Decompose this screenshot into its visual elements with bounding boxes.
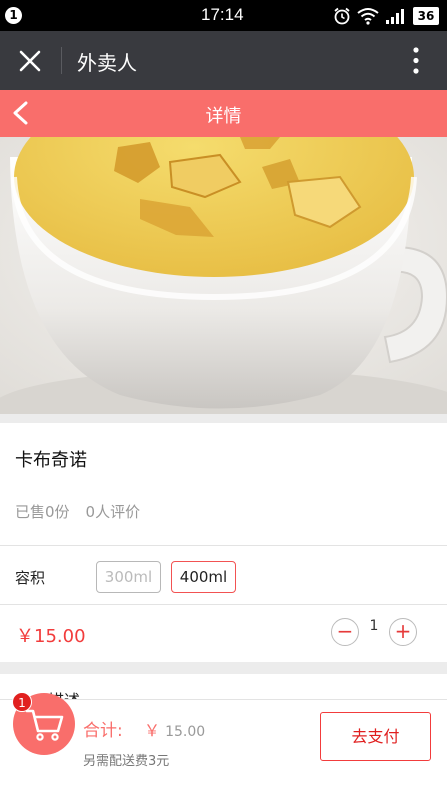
divider <box>0 545 447 546</box>
more-icon[interactable] <box>413 47 419 74</box>
currency-symbol: ￥ <box>144 721 161 740</box>
divider <box>0 604 447 605</box>
alarm-icon <box>334 7 350 25</box>
status-icons: 36 <box>333 6 439 26</box>
pay-button[interactable]: 去支付 <box>320 712 431 761</box>
quantity-stepper: − 1 + <box>331 618 419 648</box>
notification-badge: 1 <box>5 7 22 24</box>
wechat-title-bar: 外卖人 <box>0 31 447 90</box>
page-title: 详情 <box>205 106 242 127</box>
section-divider <box>0 662 447 674</box>
delivery-fee: 另需配送费3元 <box>83 754 170 769</box>
option-400ml[interactable]: 400ml <box>171 561 236 593</box>
sold-count: 已售0份 <box>15 503 70 521</box>
total-label: 合计: <box>83 721 123 741</box>
page-header: 详情 <box>0 90 447 137</box>
sales-stats: 已售0份 0人评价 <box>15 501 140 522</box>
quantity-value: 1 <box>369 618 379 634</box>
status-time: 17:14 <box>201 5 244 24</box>
total-amount: ￥ 15.00 <box>144 717 205 741</box>
cart-count-badge: 1 <box>12 692 32 712</box>
product-price: ￥15.00 <box>16 626 86 647</box>
status-bar: 1 17:14 36 <box>0 0 447 31</box>
battery-icon: 36 <box>413 7 439 25</box>
increase-button[interactable]: + <box>389 618 417 646</box>
review-count: 0人评价 <box>85 503 141 521</box>
product-image <box>0 137 447 414</box>
decrease-button[interactable]: − <box>331 618 359 646</box>
wifi-icon <box>357 8 379 25</box>
app-title: 外卖人 <box>77 51 137 75</box>
product-name: 卡布奇诺 <box>15 450 87 471</box>
signal-icon <box>386 9 404 24</box>
close-icon[interactable] <box>19 50 41 72</box>
total-value: 15.00 <box>165 724 206 740</box>
section-divider <box>0 414 447 423</box>
divider <box>61 47 62 74</box>
option-300ml[interactable]: 300ml <box>96 561 161 593</box>
volume-label: 容积 <box>15 569 46 587</box>
